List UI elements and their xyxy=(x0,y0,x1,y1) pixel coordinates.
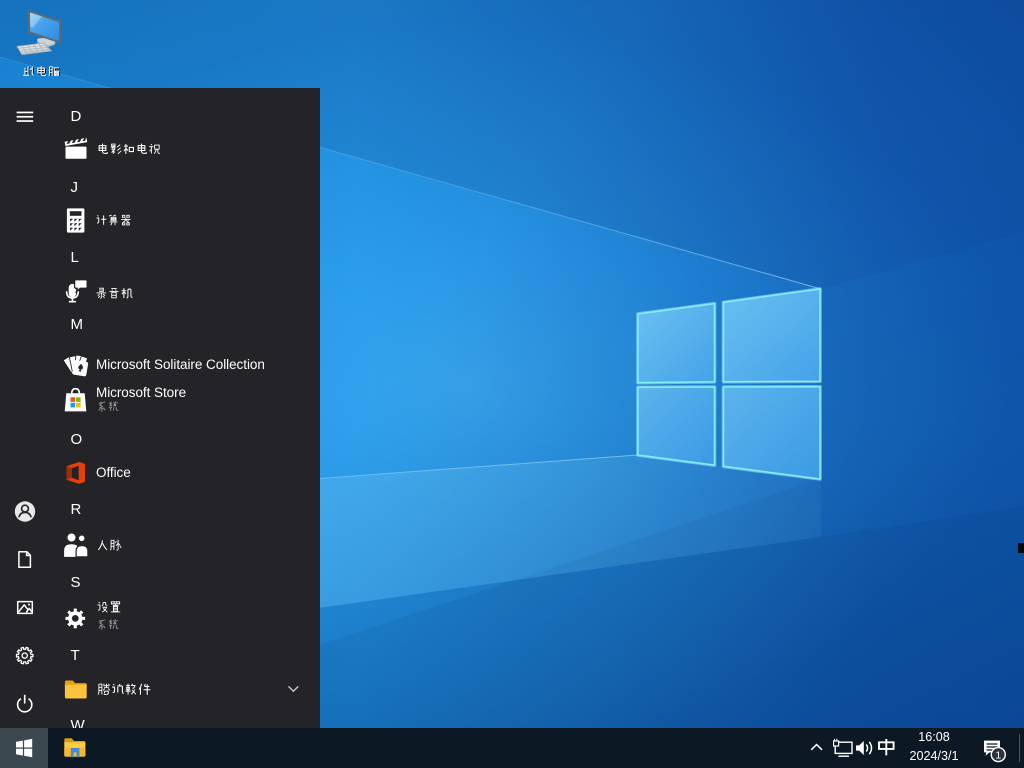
svg-text:1: 1 xyxy=(995,749,1001,761)
